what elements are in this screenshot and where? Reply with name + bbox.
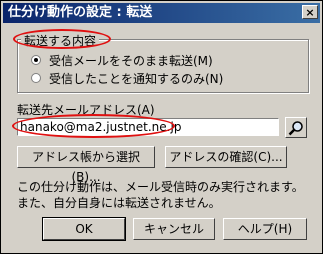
window-title: 仕分け動作の設定 : 転送	[8, 5, 153, 20]
address-book-button[interactable]: アドレス帳から選択(B)...	[17, 146, 155, 184]
info-note-line-2: また、自分自身には転送されません。	[17, 196, 221, 210]
address-search-button[interactable]	[285, 117, 307, 138]
confirm-address-button[interactable]: アドレスの確認(C)...	[165, 146, 287, 168]
ok-button[interactable]: OK	[42, 217, 126, 241]
help-button[interactable]: ヘルプ(H)	[223, 218, 307, 240]
magnifier-icon	[288, 120, 303, 135]
close-button[interactable]: ×	[302, 5, 318, 19]
highlight-ellipse-address	[12, 114, 175, 138]
title-bar: 仕分け動作の設定 : 転送 ×	[3, 3, 320, 23]
radio-forward-as-is-label: 受信メールをそのまま転送(M)	[49, 53, 213, 68]
highlight-ellipse-legend	[13, 29, 111, 49]
radio-forward-as-is[interactable]: 受信メールをそのまま転送(M)	[31, 52, 213, 68]
info-note: この仕分け動作は、メール受信時のみ実行されます。 また、自分自身には転送されませ…	[17, 179, 304, 211]
info-note-line-1: この仕分け動作は、メール受信時のみ実行されます。	[17, 180, 304, 194]
radio-notify-only[interactable]: 受信したことを通知するのみ(N)	[31, 70, 223, 86]
radio-button-icon[interactable]	[31, 73, 41, 83]
radio-notify-only-label: 受信したことを通知するのみ(N)	[49, 71, 224, 86]
forward-settings-dialog: 仕分け動作の設定 : 転送 × 転送する内容 受信メールをそのまま転送(M) 受…	[0, 0, 323, 254]
radio-button-checked-icon[interactable]	[31, 55, 41, 65]
close-icon: ×	[305, 6, 315, 19]
cancel-button[interactable]: キャンセル	[133, 218, 215, 240]
